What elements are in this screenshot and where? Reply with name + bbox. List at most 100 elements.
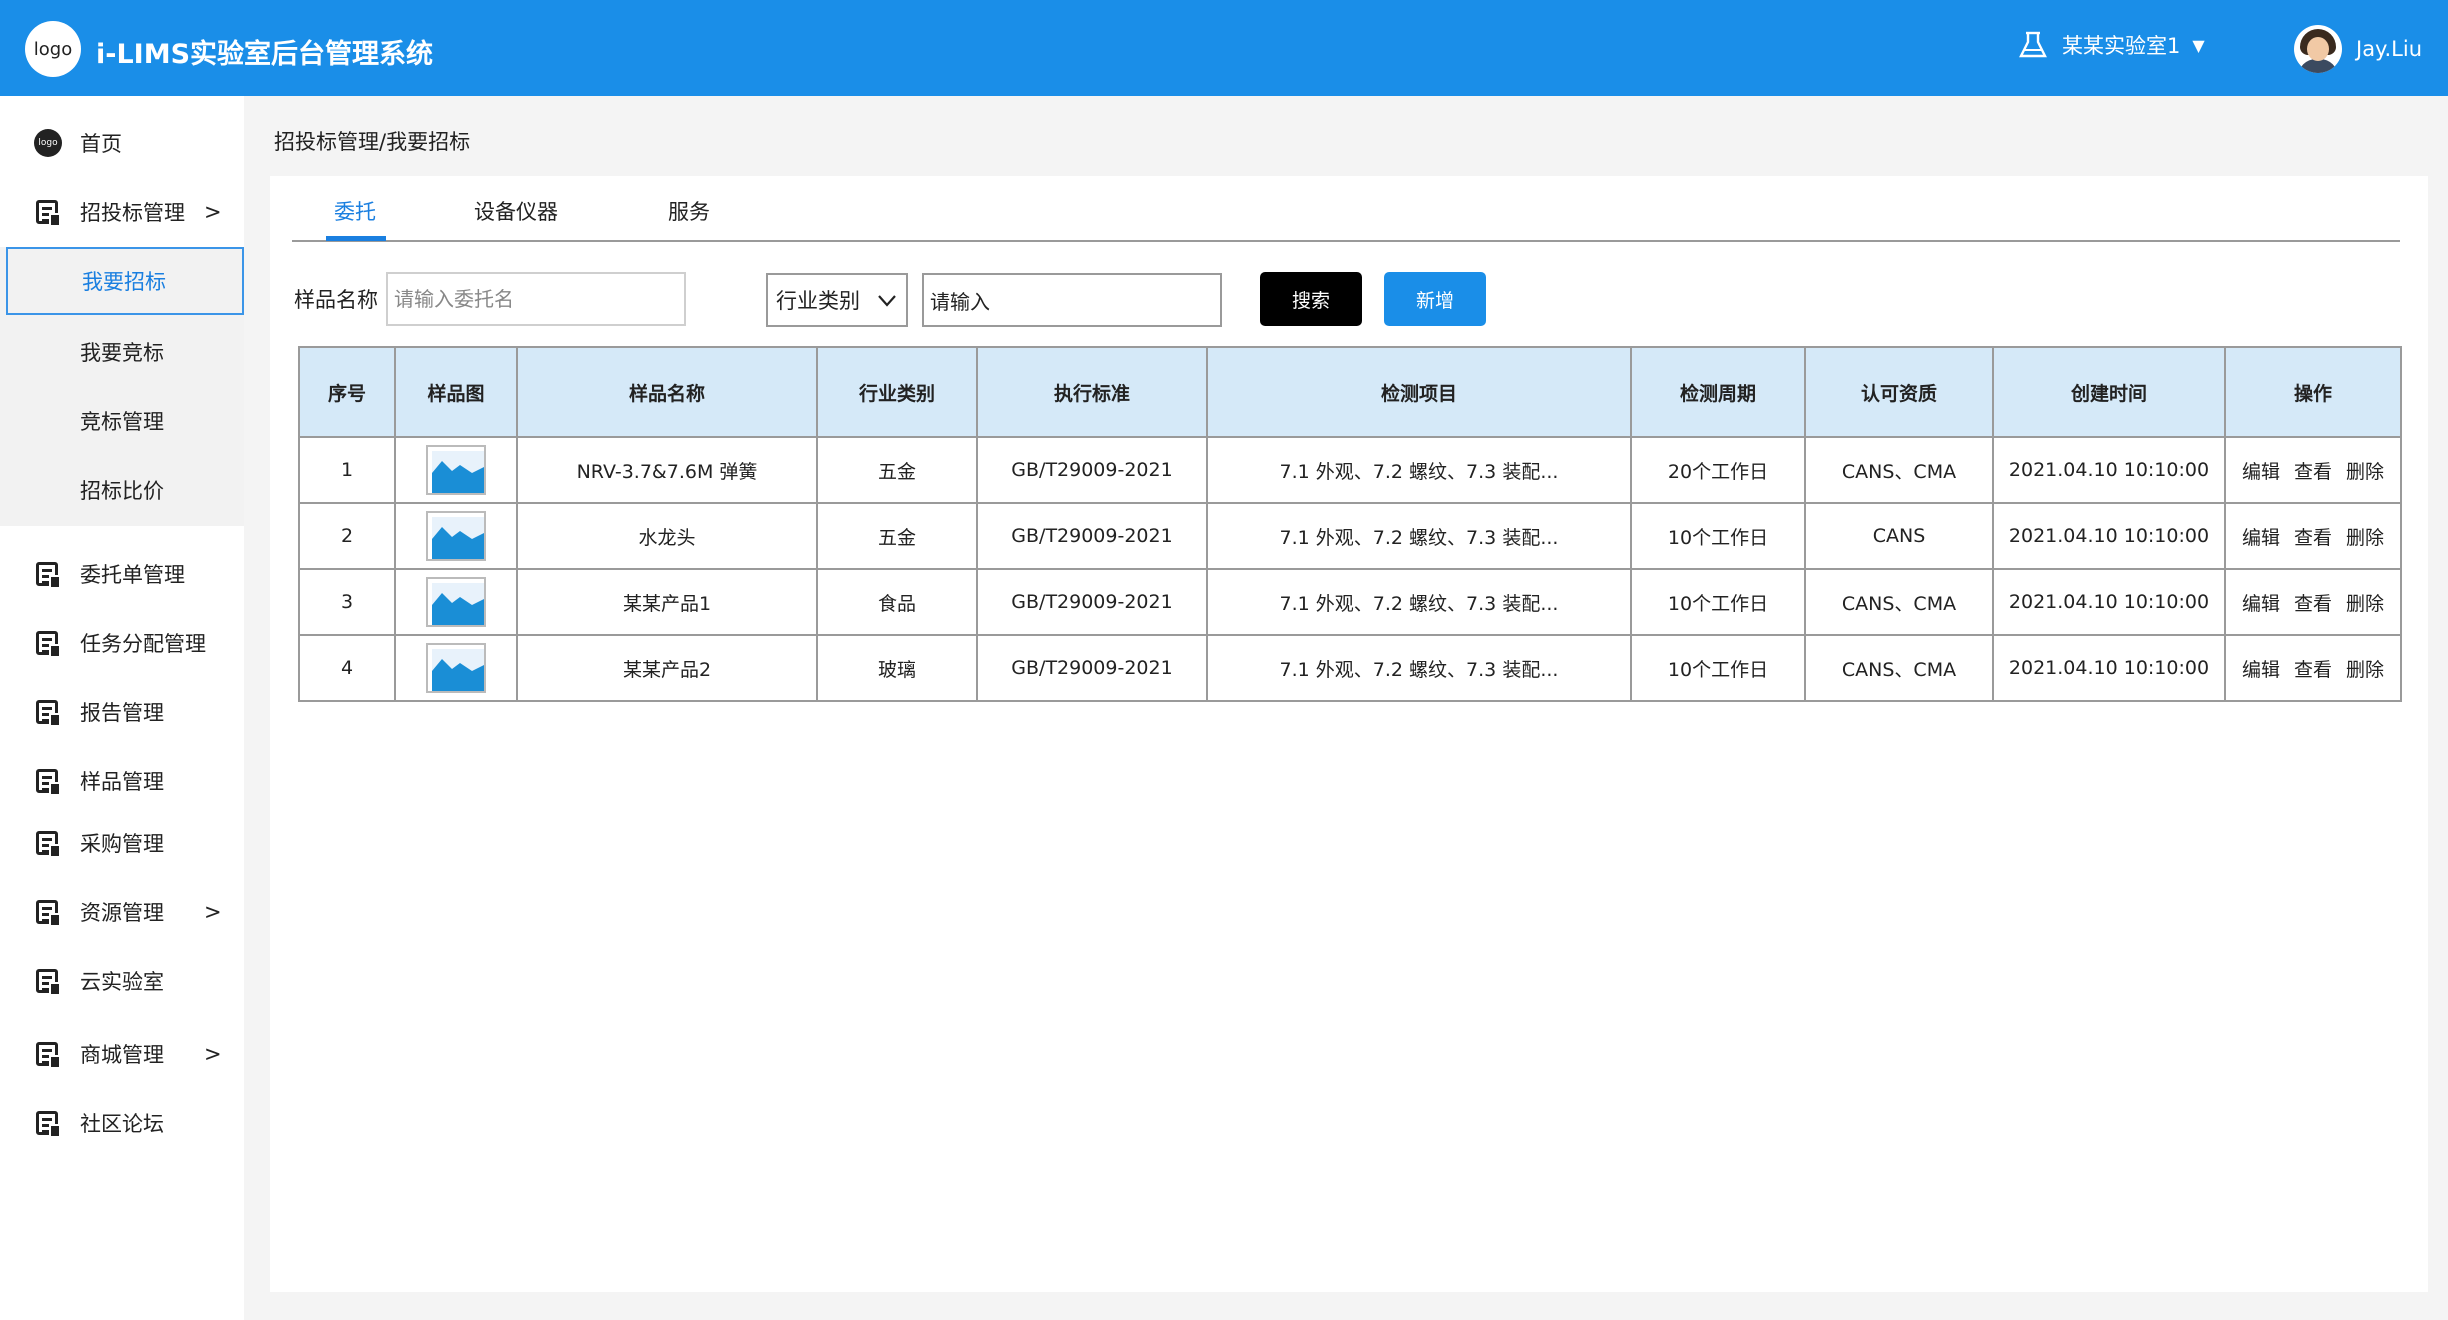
tab-service[interactable]: 服务 [668, 196, 710, 226]
document-icon [36, 631, 61, 658]
view-link[interactable]: 查看 [2294, 659, 2332, 681]
tab-equipment[interactable]: 设备仪器 [474, 196, 558, 226]
column-header: 执行标准 [976, 346, 1208, 438]
user-menu[interactable]: Jay.Liu [2294, 25, 2422, 73]
app-logo[interactable]: logo [25, 21, 81, 77]
cell-no: 3 [298, 568, 396, 636]
data-table: 序号 样品图 样品名称 行业类别 执行标准 检测项目 检测周期 认可资质 创建时… [298, 346, 2402, 702]
cell-items: 7.1 外观、7.2 螺纹、7.3 装配... [1206, 634, 1632, 702]
table-row: 1 NRV-3.7&7.6M 弹簧 五金 GB/T29009-2021 7.1 … [298, 436, 2402, 504]
cell-actions: 编辑 查看 删除 [2224, 634, 2402, 702]
sidebar-item-home[interactable]: logo 首页 [0, 111, 244, 175]
view-link[interactable]: 查看 [2294, 527, 2332, 549]
cell-qualification: CANS、CMA [1804, 436, 1994, 504]
chevron-right-icon: > [204, 1042, 222, 1066]
document-icon [36, 200, 61, 227]
submenu-item-my-bid[interactable]: 我要竞标 [0, 318, 244, 386]
table-row: 2 水龙头 五金 GB/T29009-2021 7.1 外观、7.2 螺纹、7.… [298, 502, 2402, 570]
sidebar-item-purchase[interactable]: 采购管理 [0, 811, 244, 875]
image-placeholder-icon[interactable] [426, 511, 486, 561]
delete-link[interactable]: 删除 [2346, 461, 2384, 483]
cell-cycle: 10个工作日 [1630, 502, 1806, 570]
edit-link[interactable]: 编辑 [2242, 593, 2280, 615]
delete-link[interactable]: 删除 [2346, 527, 2384, 549]
industry-select[interactable]: 行业类别 [766, 273, 908, 327]
sidebar-item-mall[interactable]: 商城管理 > [0, 1022, 244, 1086]
cell-created: 2021.04.10 10:10:00 [1992, 502, 2226, 570]
sidebar-item-cloud-lab[interactable]: 云实验室 [0, 949, 244, 1013]
edit-link[interactable]: 编辑 [2242, 527, 2280, 549]
search-button[interactable]: 搜索 [1260, 272, 1362, 326]
cell-no: 4 [298, 634, 396, 702]
column-header: 序号 [298, 346, 396, 438]
image-placeholder-icon[interactable] [426, 643, 486, 693]
cell-actions: 编辑 查看 删除 [2224, 502, 2402, 570]
breadcrumb: 招投标管理/我要招标 [274, 130, 471, 154]
sidebar-item-reports[interactable]: 报告管理 [0, 680, 244, 744]
submenu-item-bid-management[interactable]: 竞标管理 [0, 387, 244, 455]
sidebar-item-label: 商城管理 [80, 1043, 164, 1067]
sidebar-item-tasks[interactable]: 任务分配管理 [0, 611, 244, 675]
flask-icon [2019, 31, 2047, 58]
cell-no: 1 [298, 436, 396, 504]
cell-created: 2021.04.10 10:10:00 [1992, 634, 2226, 702]
sample-name-input[interactable] [386, 272, 686, 326]
column-header: 样品名称 [516, 346, 818, 438]
submenu-item-label: 我要招标 [82, 270, 166, 294]
user-name: Jay.Liu [2356, 37, 2423, 61]
sidebar-item-label: 云实验室 [80, 970, 164, 994]
column-header: 操作 [2224, 346, 2402, 438]
cell-standard: GB/T29009-2021 [976, 436, 1208, 504]
sidebar-item-orders[interactable]: 委托单管理 [0, 542, 244, 606]
lab-switcher[interactable]: 某某实验室1 ▼ [2018, 30, 2205, 60]
tab-entrust[interactable]: 委托 [334, 196, 376, 226]
table-row: 3 某某产品1 食品 GB/T29009-2021 7.1 外观、7.2 螺纹、… [298, 568, 2402, 636]
sidebar-item-label: 样品管理 [80, 770, 164, 794]
sidebar-item-label: 任务分配管理 [80, 632, 206, 656]
image-placeholder-icon[interactable] [426, 577, 486, 627]
column-header: 认可资质 [1804, 346, 1994, 438]
submenu-item-label: 我要竞标 [80, 341, 164, 365]
view-link[interactable]: 查看 [2294, 461, 2332, 483]
column-header: 检测周期 [1630, 346, 1806, 438]
delete-link[interactable]: 删除 [2346, 659, 2384, 681]
sidebar-item-label: 委托单管理 [80, 563, 185, 587]
edit-link[interactable]: 编辑 [2242, 461, 2280, 483]
sidebar-item-samples[interactable]: 样品管理 [0, 749, 244, 813]
cell-items: 7.1 外观、7.2 螺纹、7.3 装配... [1206, 502, 1632, 570]
document-icon [36, 831, 61, 858]
cell-actions: 编辑 查看 删除 [2224, 436, 2402, 504]
document-icon [36, 900, 61, 927]
cell-cycle: 10个工作日 [1630, 634, 1806, 702]
cell-items: 7.1 外观、7.2 螺纹、7.3 装配... [1206, 436, 1632, 504]
sidebar-item-label: 资源管理 [80, 901, 164, 925]
image-placeholder-icon[interactable] [426, 445, 486, 495]
document-icon [36, 562, 61, 589]
cell-items: 7.1 外观、7.2 螺纹、7.3 装配... [1206, 568, 1632, 636]
cell-standard: GB/T29009-2021 [976, 568, 1208, 636]
submenu-item-price-compare[interactable]: 招标比价 [0, 456, 244, 524]
sidebar-item-forum[interactable]: 社区论坛 [0, 1091, 244, 1155]
chevron-right-icon: > [204, 900, 222, 924]
edit-link[interactable]: 编辑 [2242, 659, 2280, 681]
lab-name: 某某实验室1 [2062, 34, 2181, 58]
sidebar-item-resources[interactable]: 资源管理 > [0, 880, 244, 944]
cell-standard: GB/T29009-2021 [976, 502, 1208, 570]
sidebar-item-label: 首页 [80, 132, 122, 156]
document-icon [36, 769, 61, 796]
industry-input[interactable] [922, 273, 1222, 327]
cell-created: 2021.04.10 10:10:00 [1992, 436, 2226, 504]
cell-name: 某某产品1 [516, 568, 818, 636]
view-link[interactable]: 查看 [2294, 593, 2332, 615]
sidebar: logo 首页 招投标管理 > 我要招标 我要竞标 竞标管理 招标比价 委托单管… [0, 96, 244, 1320]
column-header: 检测项目 [1206, 346, 1632, 438]
add-button[interactable]: 新增 [1384, 272, 1486, 326]
table-row: 4 某某产品2 玻璃 GB/T29009-2021 7.1 外观、7.2 螺纹、… [298, 634, 2402, 702]
cell-name: 水龙头 [516, 502, 818, 570]
app-title: i-LIMS实验室后台管理系统 [96, 39, 434, 70]
cell-cycle: 20个工作日 [1630, 436, 1806, 504]
cell-industry: 食品 [816, 568, 978, 636]
sidebar-item-bidding[interactable]: 招投标管理 > [0, 180, 244, 244]
submenu-item-my-tender[interactable]: 我要招标 [6, 247, 244, 315]
delete-link[interactable]: 删除 [2346, 593, 2384, 615]
